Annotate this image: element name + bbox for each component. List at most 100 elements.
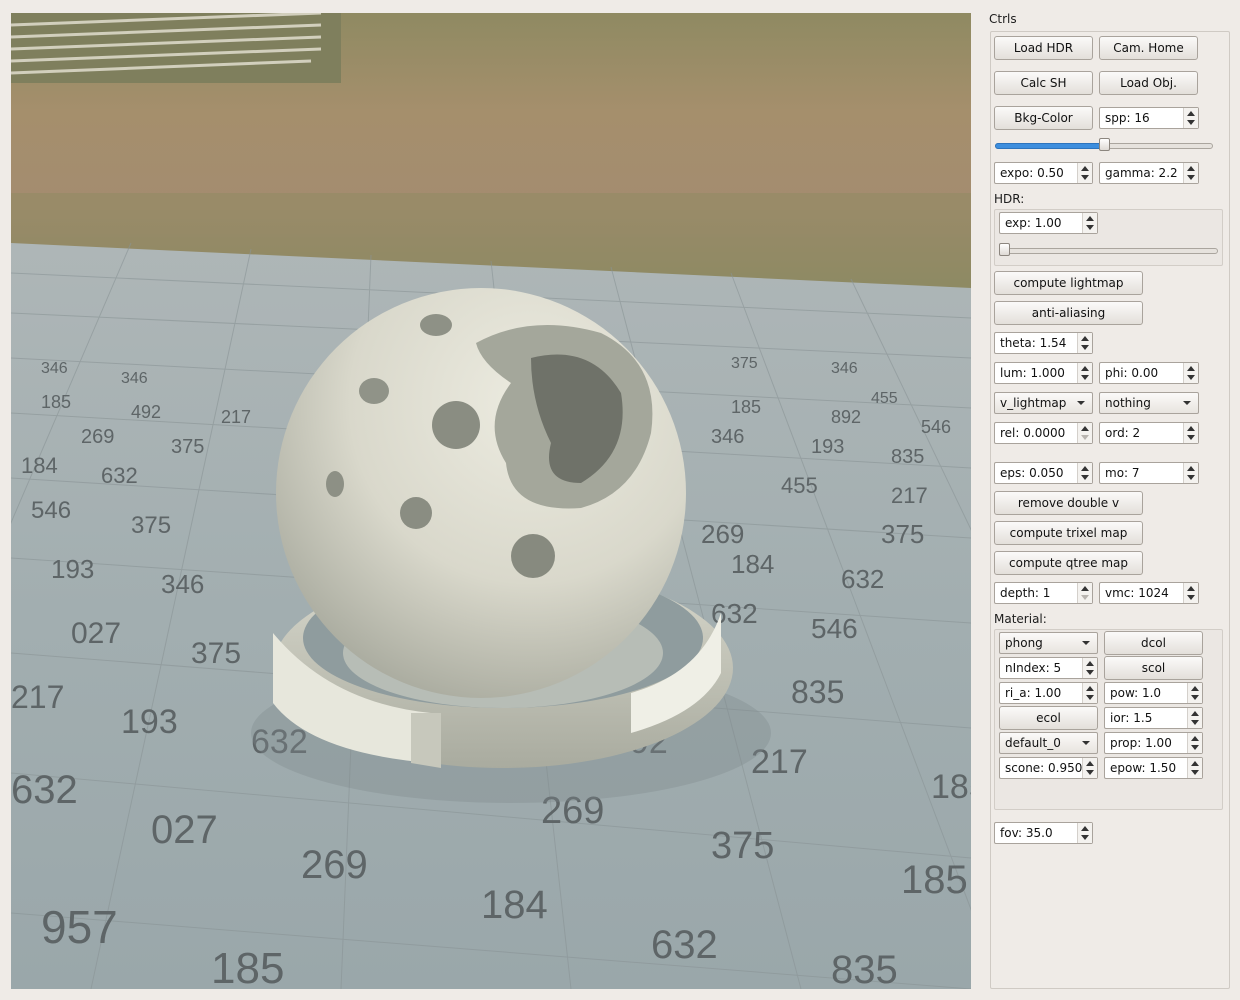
compute-lightmap-button[interactable]: compute lightmap [994, 271, 1143, 295]
spin-up-icon[interactable] [1086, 661, 1094, 666]
calc-sh-button[interactable]: Calc SH [994, 71, 1093, 95]
spin-down-icon[interactable] [1081, 475, 1089, 480]
spin-arrows[interactable] [1077, 823, 1092, 843]
spin-up-icon[interactable] [1086, 686, 1094, 691]
spin-arrows[interactable] [1187, 758, 1202, 778]
spin-arrows[interactable] [1187, 708, 1202, 728]
spin-arrows[interactable] [1082, 683, 1097, 703]
ecol-button[interactable]: ecol [999, 706, 1098, 730]
bkg-color-button[interactable]: Bkg-Color [994, 106, 1093, 130]
spin-arrows[interactable] [1183, 108, 1198, 128]
anti-aliasing-button[interactable]: anti-aliasing [994, 301, 1143, 325]
spin-down-icon[interactable] [1187, 595, 1195, 600]
spin-down-icon[interactable] [1081, 835, 1089, 840]
spin-down-icon[interactable] [1187, 375, 1195, 380]
spin-up-icon[interactable] [1187, 166, 1195, 171]
spin-arrows[interactable] [1082, 658, 1097, 678]
lum-spinbox[interactable]: lum: 1.000 [994, 362, 1093, 384]
spin-down-icon[interactable] [1086, 770, 1094, 775]
spin-down-icon[interactable] [1081, 175, 1089, 180]
spin-down-icon[interactable] [1187, 435, 1195, 440]
spin-down-icon[interactable] [1081, 345, 1089, 350]
spin-up-icon[interactable] [1081, 586, 1089, 591]
spin-up-icon[interactable] [1086, 761, 1094, 766]
spin-arrows[interactable] [1077, 423, 1092, 443]
fov-spinbox[interactable]: fov: 35.0 [994, 822, 1093, 844]
rel-spinbox[interactable]: rel: 0.0000 [994, 422, 1093, 444]
pow-spinbox[interactable]: pow: 1.0 [1104, 682, 1203, 704]
spin-up-icon[interactable] [1187, 111, 1195, 116]
spin-up-icon[interactable] [1187, 366, 1195, 371]
spin-down-icon[interactable] [1187, 475, 1195, 480]
dcol-button[interactable]: dcol [1104, 631, 1203, 655]
spin-up-icon[interactable] [1081, 426, 1089, 431]
scol-button[interactable]: scol [1104, 656, 1203, 680]
slider-handle[interactable] [999, 243, 1010, 256]
spin-down-icon[interactable] [1187, 120, 1195, 125]
spin-down-icon[interactable] [1191, 770, 1199, 775]
spin-down-icon[interactable] [1191, 720, 1199, 725]
spin-up-icon[interactable] [1191, 711, 1199, 716]
spin-up-icon[interactable] [1081, 366, 1089, 371]
spin-arrows[interactable] [1082, 758, 1097, 778]
spin-down-icon[interactable] [1086, 670, 1094, 675]
compute-trixel-map-button[interactable]: compute trixel map [994, 521, 1143, 545]
spin-arrows[interactable] [1187, 683, 1202, 703]
epow-spinbox[interactable]: epow: 1.50 [1104, 757, 1203, 779]
spin-down-icon[interactable] [1086, 695, 1094, 700]
shader-select[interactable]: phong [999, 632, 1098, 654]
theta-spinbox[interactable]: theta: 1.54 [994, 332, 1093, 354]
spin-arrows[interactable] [1183, 163, 1198, 183]
spin-up-icon[interactable] [1081, 466, 1089, 471]
compute-qtree-map-button[interactable]: compute qtree map [994, 551, 1143, 575]
ior-spinbox[interactable]: ior: 1.5 [1104, 707, 1203, 729]
spin-down-icon[interactable] [1081, 375, 1089, 380]
spin-up-icon[interactable] [1187, 466, 1195, 471]
prop-spinbox[interactable]: prop: 1.00 [1104, 732, 1203, 754]
spin-up-icon[interactable] [1191, 686, 1199, 691]
slider-handle[interactable] [1099, 138, 1110, 151]
remove-double-v-button[interactable]: remove double v [994, 491, 1143, 515]
render-viewport[interactable]: 957 185 632 027 269 184 375 269 632 217 … [11, 13, 971, 989]
expo-spinbox[interactable]: expo: 0.50 [994, 162, 1093, 184]
spin-arrows[interactable] [1183, 583, 1198, 603]
spin-arrows[interactable] [1187, 733, 1202, 753]
spin-up-icon[interactable] [1187, 426, 1195, 431]
spp-spinbox[interactable]: spp: 16 [1099, 107, 1199, 129]
camera-home-button[interactable]: Cam. Home [1099, 36, 1198, 60]
hdr-exposure-slider[interactable] [999, 241, 1218, 261]
mo-spinbox[interactable]: mo: 7 [1099, 462, 1199, 484]
lightmap-mode-select[interactable]: v_lightmap [994, 392, 1093, 414]
spin-down-icon[interactable] [1086, 225, 1094, 230]
load-obj-button[interactable]: Load Obj. [1099, 71, 1198, 95]
depth-spinbox[interactable]: depth: 1 [994, 582, 1093, 604]
spin-arrows[interactable] [1183, 363, 1198, 383]
scone-spinbox[interactable]: scone: 0.950 [999, 757, 1098, 779]
spin-up-icon[interactable] [1081, 336, 1089, 341]
spin-arrows[interactable] [1077, 463, 1092, 483]
spin-up-icon[interactable] [1086, 216, 1094, 221]
spin-arrows[interactable] [1077, 163, 1092, 183]
spin-up-icon[interactable] [1191, 736, 1199, 741]
hdr-exp-spinbox[interactable]: exp: 1.00 [999, 212, 1098, 234]
ord-spinbox[interactable]: ord: 2 [1099, 422, 1199, 444]
spin-down-icon[interactable] [1081, 595, 1089, 600]
spin-arrows[interactable] [1082, 213, 1097, 233]
vmc-spinbox[interactable]: vmc: 1024 [1099, 582, 1199, 604]
spin-up-icon[interactable] [1191, 761, 1199, 766]
nindex-spinbox[interactable]: nIndex: 5 [999, 657, 1098, 679]
spin-arrows[interactable] [1077, 363, 1092, 383]
spin-up-icon[interactable] [1187, 586, 1195, 591]
spp-slider[interactable] [995, 136, 1213, 156]
spin-arrows[interactable] [1183, 463, 1198, 483]
secondary-mode-select[interactable]: nothing [1099, 392, 1199, 414]
spin-up-icon[interactable] [1081, 826, 1089, 831]
phi-spinbox[interactable]: phi: 0.00 [1099, 362, 1199, 384]
ri-a-spinbox[interactable]: ri_a: 1.00 [999, 682, 1098, 704]
spin-down-icon[interactable] [1187, 175, 1195, 180]
spin-arrows[interactable] [1077, 583, 1092, 603]
gamma-spinbox[interactable]: gamma: 2.2 [1099, 162, 1199, 184]
material-preset-select[interactable]: default_0 [999, 732, 1098, 754]
load-hdr-button[interactable]: Load HDR [994, 36, 1093, 60]
spin-down-icon[interactable] [1081, 435, 1089, 440]
